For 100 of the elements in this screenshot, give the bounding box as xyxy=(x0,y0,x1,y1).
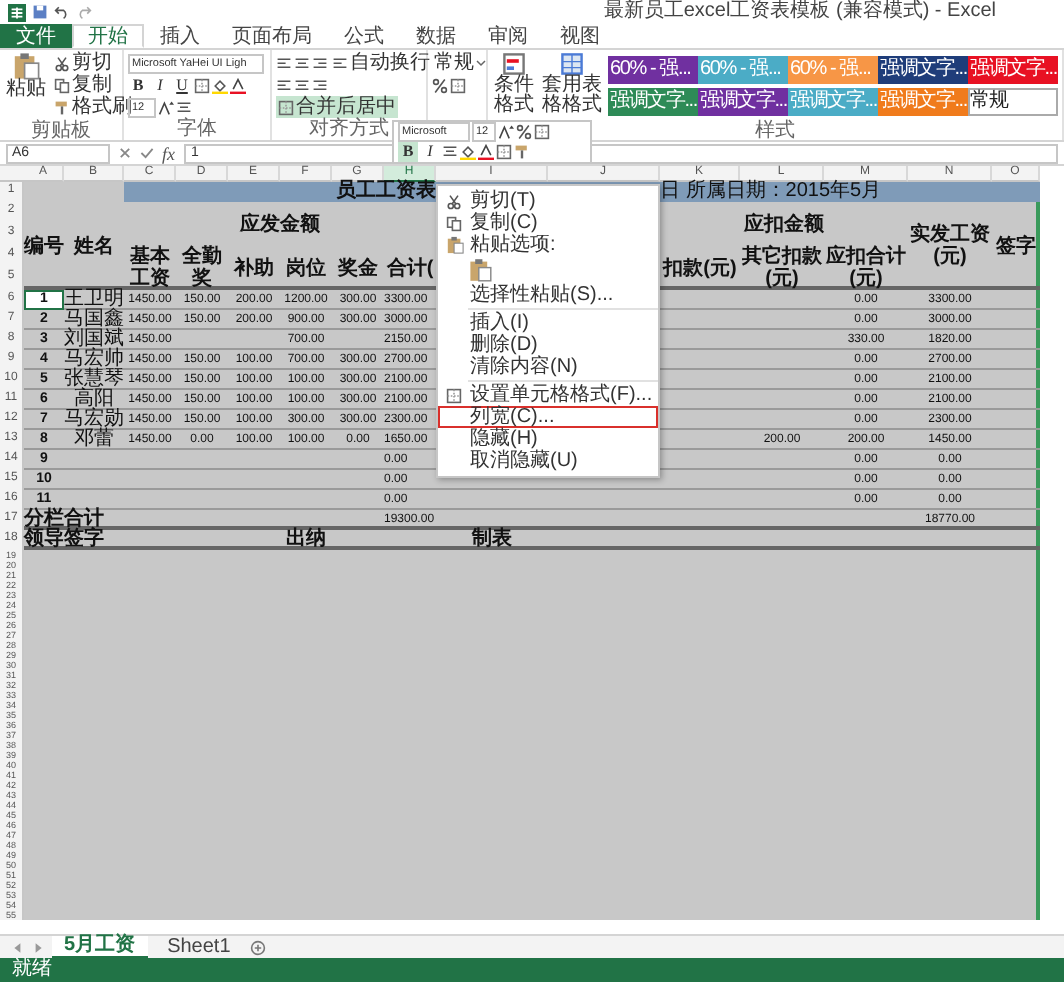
previous-sheet-icon[interactable] xyxy=(12,941,24,953)
merge-center-button[interactable]: 合并后居中 xyxy=(276,96,398,118)
paste-icon[interactable] xyxy=(12,52,40,80)
paste-icon[interactable] xyxy=(468,258,492,282)
ribbon-tab[interactable]: 页面布局 xyxy=(216,24,328,48)
copy-icon[interactable] xyxy=(446,215,462,231)
align-middle-icon[interactable] xyxy=(294,55,310,71)
grow-font-icon[interactable] xyxy=(498,124,514,140)
paste-button[interactable]: 粘贴 xyxy=(4,52,48,120)
borders-icon[interactable] xyxy=(194,77,210,93)
format-cells-icon[interactable] xyxy=(446,387,462,403)
fill-color-icon[interactable] xyxy=(212,77,228,93)
italic-button[interactable]: I xyxy=(150,75,170,95)
ribbon-tab[interactable]: 审阅 xyxy=(472,24,544,48)
copy-button[interactable]: 复制 xyxy=(52,74,134,96)
cancel-icon[interactable] xyxy=(118,146,132,160)
paste-icon[interactable] xyxy=(445,236,463,254)
menu-item[interactable]: 列宽(C)... xyxy=(438,406,658,428)
ribbon-tab[interactable]: 插入 xyxy=(144,24,216,48)
table-cell: 刘国斌 xyxy=(64,330,124,350)
dropdown-icon[interactable] xyxy=(476,58,486,68)
cut-button[interactable]: 剪切 xyxy=(52,52,134,74)
grow-font-icon[interactable] xyxy=(158,99,174,115)
table-cell: 高阳 xyxy=(74,390,114,410)
menu-item[interactable]: 选择性粘贴(S)... xyxy=(438,284,658,306)
sheet-title: 员工工资表 xyxy=(336,182,436,202)
undo-icon[interactable] xyxy=(54,4,70,20)
menu-item[interactable]: 清除内容(N) xyxy=(438,356,658,378)
underline-button[interactable]: U xyxy=(172,75,192,95)
date-text: 日 所属日期：2015年5月 xyxy=(660,182,882,202)
copy-icon[interactable] xyxy=(54,77,70,93)
align-center-icon[interactable] xyxy=(294,77,310,93)
table-cell: 王卫明 xyxy=(64,290,124,310)
menu-item[interactable]: 取消隐藏(U) xyxy=(438,450,658,472)
brush-icon[interactable] xyxy=(54,99,70,115)
sheet-tab[interactable]: Sheet1 xyxy=(155,937,243,957)
column-title: 实发工资(元) xyxy=(908,224,992,268)
group-title: 应发金额 xyxy=(238,213,322,235)
percent-icon[interactable] xyxy=(516,124,532,140)
ribbon-tab[interactable]: 视图 xyxy=(544,24,616,48)
add-sheet-icon[interactable] xyxy=(250,939,267,955)
spreadsheet-logo-icon[interactable] xyxy=(8,3,26,21)
menu-item[interactable]: 隐藏(H) xyxy=(438,428,658,450)
menu-item[interactable]: 复制(C) xyxy=(438,212,658,234)
scissors-icon[interactable] xyxy=(54,55,70,71)
italic-button[interactable]: I xyxy=(420,142,440,162)
table-cell: 制表 xyxy=(472,530,512,550)
status-text: 就绪 xyxy=(0,958,1064,982)
save-icon[interactable] xyxy=(32,4,48,20)
font-color-icon[interactable] xyxy=(230,77,246,93)
scissors-icon[interactable] xyxy=(446,193,462,209)
align-bottom-icon[interactable] xyxy=(312,55,328,71)
wrap-icon[interactable] xyxy=(332,55,348,71)
align-left-icon[interactable] xyxy=(276,77,292,93)
ribbon-tab[interactable]: 文件 xyxy=(0,24,72,48)
brush-icon[interactable] xyxy=(514,144,530,160)
sheet-tab[interactable]: 5月工资 xyxy=(52,936,148,958)
conditional-format-icon[interactable] xyxy=(502,52,526,76)
table-cell: 马宏帅 xyxy=(64,350,124,370)
cell-style-swatch[interactable]: 60% - 强... xyxy=(608,56,698,84)
menu-item[interactable]: 删除(D) xyxy=(438,334,658,356)
align-right-icon[interactable] xyxy=(312,77,328,93)
conditional-format-button[interactable]: 条件格式 xyxy=(492,52,536,120)
column-title: 补助 xyxy=(231,257,276,279)
cell-style-swatch[interactable]: 强调文字... xyxy=(878,56,968,84)
bold-button[interactable]: B xyxy=(128,75,148,95)
menu-item[interactable]: 剪切(T) xyxy=(438,190,658,212)
bold-button[interactable]: B xyxy=(398,142,418,162)
confirm-icon[interactable] xyxy=(140,146,154,160)
fill-color-icon[interactable] xyxy=(460,144,476,160)
cell-style-swatch[interactable]: 强调文字... xyxy=(968,56,1058,84)
table-cell: 邓蕾 xyxy=(74,430,114,450)
column-title: 扣款(元) xyxy=(660,257,739,279)
table-format-button[interactable]: 套用表格格式 xyxy=(540,52,604,120)
group-label: 剪贴板 xyxy=(31,120,91,140)
menu-item[interactable]: 粘贴选项: xyxy=(438,234,658,256)
cell-style-swatch[interactable]: 强调文字... xyxy=(608,88,698,116)
cell-style-swatch[interactable]: 常规 xyxy=(968,88,1058,116)
table-format-icon[interactable] xyxy=(560,52,584,76)
align-top-icon[interactable] xyxy=(276,55,292,71)
ribbon-tab[interactable]: 开始 xyxy=(72,24,144,48)
column-title: 岗位 xyxy=(284,257,328,279)
format-cells-icon[interactable] xyxy=(534,124,550,140)
borders-icon[interactable] xyxy=(496,144,512,160)
next-sheet-icon[interactable] xyxy=(32,941,44,953)
cell-style-swatch[interactable]: 强调文字... xyxy=(698,88,788,116)
number-format-dropdown[interactable]: 常规 xyxy=(432,52,488,74)
ribbon-tab[interactable]: 数据 xyxy=(400,24,472,48)
column-title: 合计( xyxy=(384,257,436,279)
wrap-text-button[interactable]: 自动换行 xyxy=(330,52,432,74)
merge-icon[interactable] xyxy=(278,99,294,115)
table-cell: 分栏合计 xyxy=(24,510,104,530)
menu-item[interactable]: 设置单元格格式(F)... xyxy=(438,384,658,406)
menu-item[interactable]: 插入(I) xyxy=(438,312,658,334)
font-color-icon[interactable] xyxy=(478,144,494,160)
percent-icon[interactable] xyxy=(432,77,448,93)
column-title: 全勤奖 xyxy=(180,246,224,290)
align-center-icon[interactable] xyxy=(442,144,458,160)
function-label[interactable]: fx xyxy=(162,143,175,163)
ribbon-tab[interactable]: 公式 xyxy=(328,24,400,48)
